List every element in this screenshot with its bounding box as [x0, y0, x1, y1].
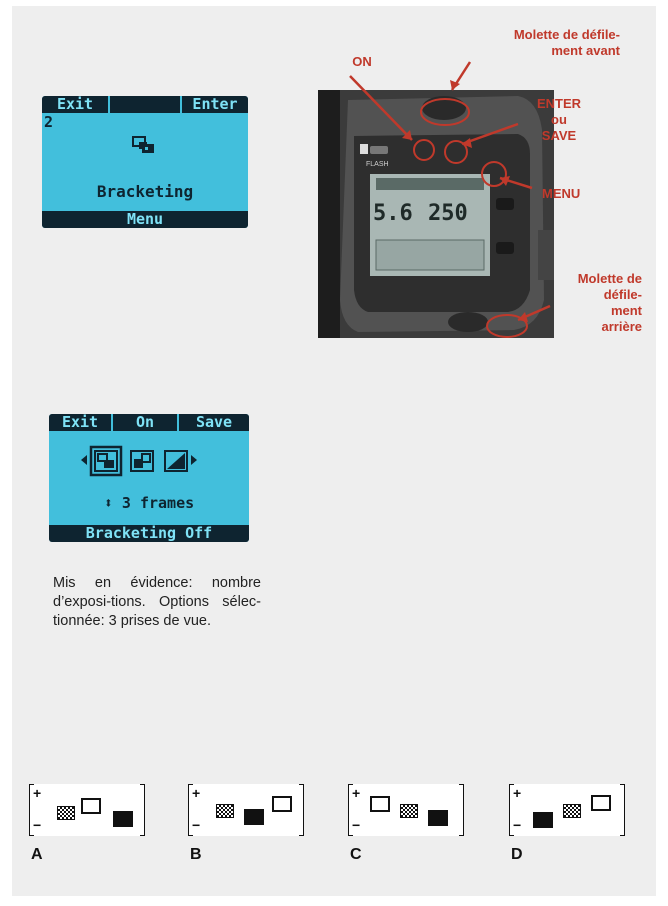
label-enter-save: ENTER ou SAVE: [536, 96, 582, 143]
minus-icon: −: [192, 817, 201, 833]
label-menu: MENU: [542, 186, 581, 201]
minus-icon: −: [352, 817, 361, 833]
page: Exit Enter 2 Bracketing Menu FLASH 5.6 2…: [0, 0, 668, 906]
normal-exposure-icon: [400, 804, 418, 818]
frames-value: 3 frames: [121, 494, 195, 512]
lcd2-exit-button[interactable]: Exit: [49, 414, 111, 431]
normal-exposure-icon: [563, 804, 581, 818]
variant-letter-a: A: [31, 846, 43, 863]
plus-icon: +: [33, 785, 42, 801]
over-exposure-icon: [272, 796, 292, 812]
under-exposure-icon: [533, 812, 553, 828]
lcd2-footer[interactable]: Bracketing Off: [49, 525, 249, 542]
updown-icon: ⬍: [103, 494, 122, 512]
over-exposure-icon: [81, 798, 101, 814]
over-exposure-icon: [370, 796, 390, 812]
normal-exposure-icon: [216, 804, 234, 818]
under-exposure-icon: [428, 810, 448, 826]
plus-icon: +: [192, 785, 201, 801]
bracket-variant-a: + −: [29, 784, 145, 836]
bracket-variant-d: + −: [509, 784, 625, 836]
caption-text: Mis en évidence: nombre d’exposi-tions. …: [53, 575, 261, 629]
left-arrow-icon: [81, 455, 87, 465]
frames-row[interactable]: ⬍ 3 frames: [49, 494, 249, 512]
over-exposure-icon: [591, 795, 611, 811]
bracket-variant-c: + −: [348, 784, 464, 836]
plus-icon: +: [513, 785, 522, 801]
plus-icon: +: [352, 785, 361, 801]
bracket-mode-selector[interactable]: [79, 444, 219, 478]
content-panel: Exit Enter 2 Bracketing Menu FLASH 5.6 2…: [12, 6, 656, 896]
normal-exposure-icon: [57, 806, 75, 820]
label-rear-dial: Molette de défile- ment arrière: [577, 271, 642, 334]
minus-icon: −: [513, 817, 522, 833]
variant-letter-d: D: [511, 846, 523, 863]
lcd2-on-button[interactable]: On: [113, 414, 177, 431]
label-on: ON: [352, 54, 372, 69]
lcd-bracketing-frames: Exit On Save ⬍ 3 frames Bracketing Off: [49, 414, 249, 542]
right-arrow-icon: [191, 455, 197, 465]
label-front-dial: Molette de défile- ment avant: [513, 27, 620, 58]
variant-letter-b: B: [190, 846, 202, 863]
minus-icon: −: [33, 817, 42, 833]
bracket-variant-b: + −: [188, 784, 304, 836]
under-exposure-icon: [244, 809, 264, 825]
variant-letter-c: C: [350, 846, 362, 863]
lcd2-save-button[interactable]: Save: [179, 414, 249, 431]
under-exposure-icon: [113, 811, 133, 827]
